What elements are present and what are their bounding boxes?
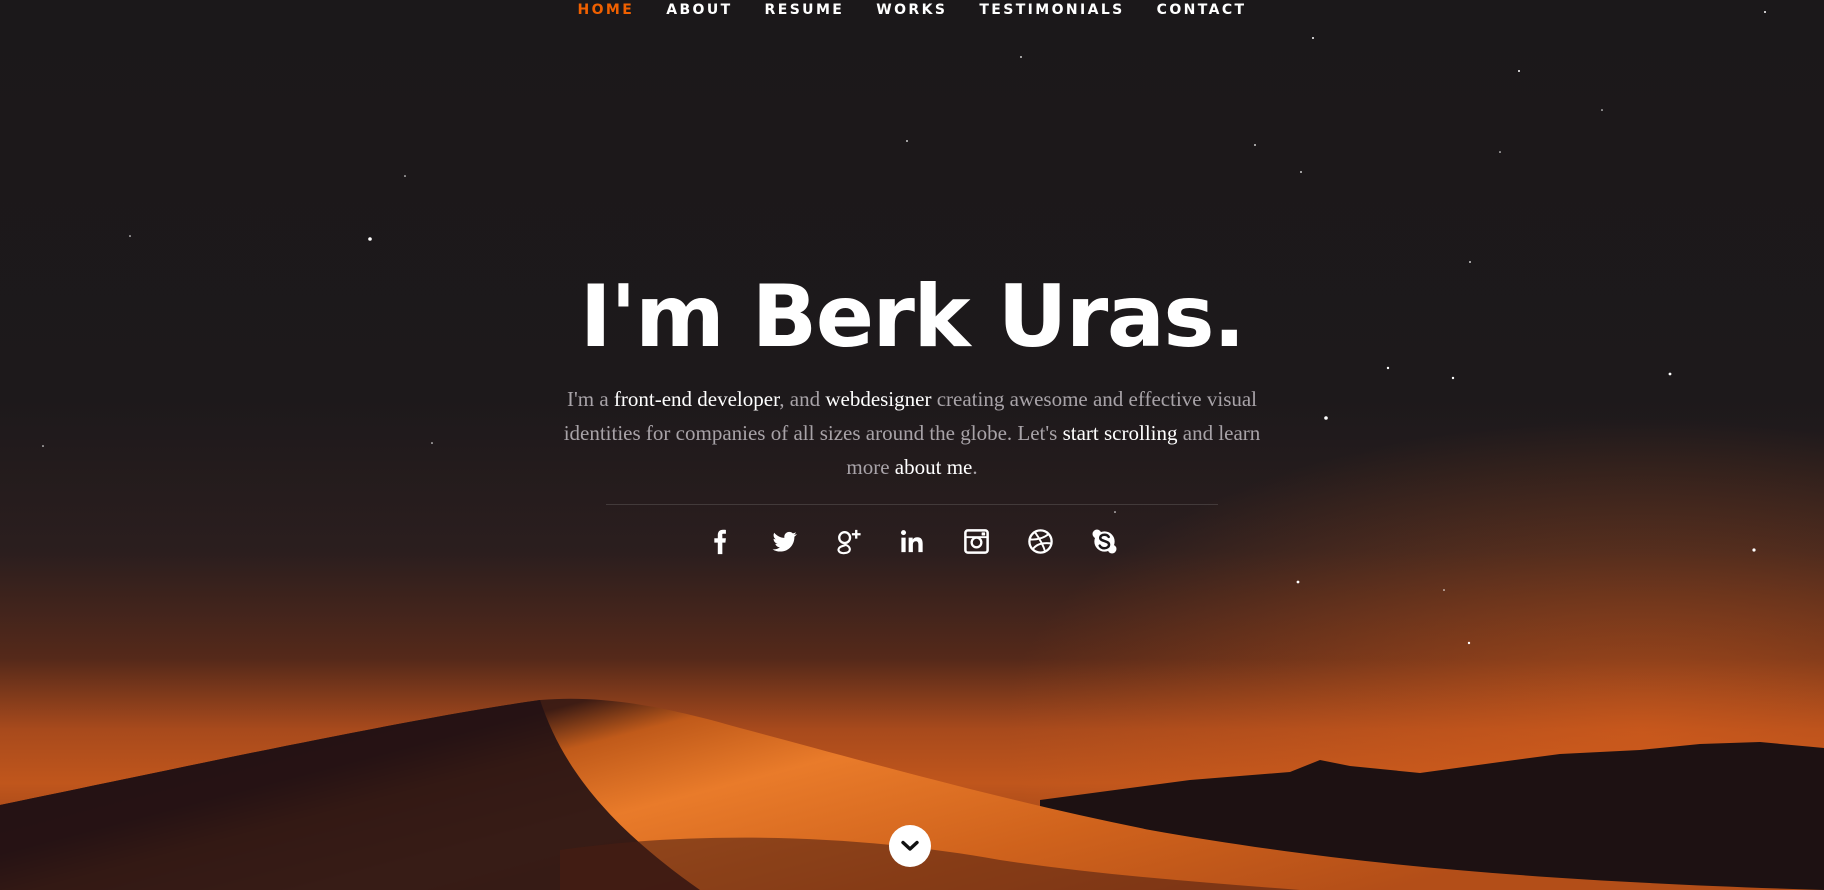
instagram-icon[interactable] (962, 527, 991, 556)
page-title: I'm Berk Uras. (579, 267, 1246, 367)
intro-text-part: I'm a (566, 387, 614, 411)
nav-item-home[interactable]: HOME (578, 0, 635, 20)
intro-highlight-front-end-developer: front-end developer (613, 387, 780, 411)
main-nav: HOME ABOUT RESUME WORKS TESTIMONIALS CON… (0, 0, 1824, 20)
divider (606, 504, 1218, 505)
google-plus-icon[interactable] (834, 527, 863, 556)
hero-banner: I'm Berk Uras. I'm a front-end developer… (0, 258, 1824, 556)
nav-item-works[interactable]: WORKS (876, 0, 947, 20)
skype-icon[interactable] (1090, 527, 1119, 556)
linkedin-icon[interactable] (898, 527, 927, 556)
nav-item-about[interactable]: ABOUT (666, 0, 732, 20)
intro-text-part: , and (779, 387, 826, 411)
nav-item-testimonials[interactable]: TESTIMONIALS (979, 0, 1124, 20)
chevron-down-icon (901, 840, 919, 851)
scroll-down-button[interactable] (889, 825, 931, 867)
facebook-icon[interactable] (706, 527, 735, 556)
intro-highlight-webdesigner: webdesigner (825, 387, 932, 411)
nav-item-resume[interactable]: RESUME (765, 0, 845, 20)
start-scrolling-link[interactable]: start scrolling (1063, 421, 1178, 445)
intro-text-part: . (972, 455, 978, 479)
twitter-icon[interactable] (770, 527, 799, 556)
dribbble-icon[interactable] (1026, 527, 1055, 556)
nav-item-contact[interactable]: CONTACT (1157, 0, 1247, 20)
about-me-link[interactable]: about me (895, 455, 973, 479)
social-links (0, 527, 1824, 556)
intro-text: I'm a front-end developer, and webdesign… (552, 382, 1272, 484)
